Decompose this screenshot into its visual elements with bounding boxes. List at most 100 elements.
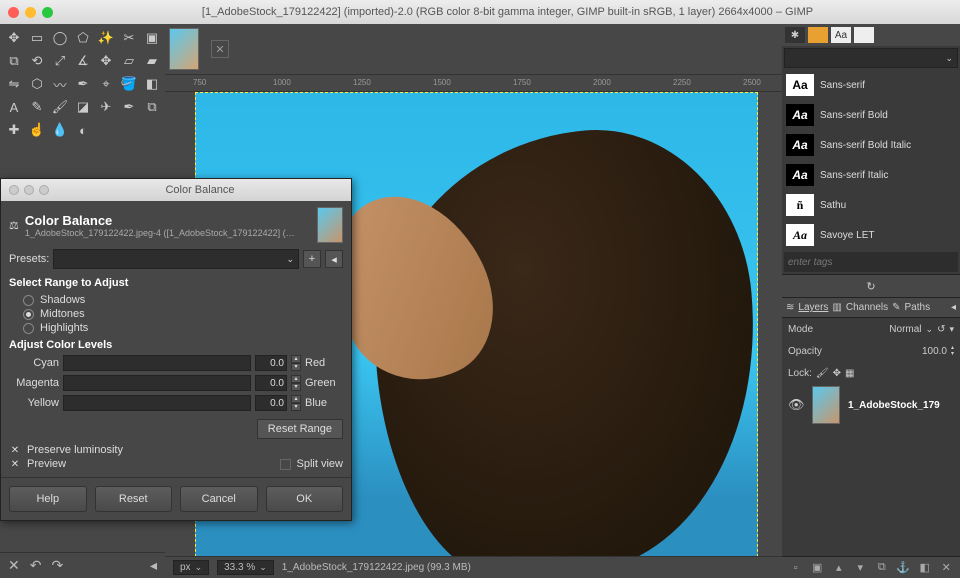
tab-channels[interactable]: Channels <box>846 302 888 313</box>
fuzzy-select-tool[interactable]: ✨ <box>96 28 116 48</box>
minimize-window-button[interactable] <box>25 7 36 18</box>
font-item[interactable]: AaSans-serif <box>782 70 960 100</box>
foreground-select-tool[interactable]: ▣ <box>142 28 162 48</box>
help-button[interactable]: Help <box>9 486 87 512</box>
shadows-radio[interactable]: Shadows <box>9 293 343 307</box>
lower-layer-icon[interactable]: ▾ <box>853 560 869 576</box>
airbrush-tool[interactable]: ✈ <box>96 97 116 117</box>
spin-up[interactable]: ▴ <box>291 395 301 403</box>
spin-down[interactable]: ▾ <box>291 363 301 371</box>
paintbrush-tool[interactable]: 🖌 <box>50 97 70 117</box>
delete-icon[interactable]: ✕ <box>8 557 20 574</box>
free-select-tool[interactable]: ⬠ <box>73 28 93 48</box>
spin-down[interactable]: ▾ <box>291 403 301 411</box>
scale-tool[interactable]: ⤢ <box>50 51 70 71</box>
fonts-tab[interactable]: Aa <box>831 27 851 43</box>
brushes-tab[interactable]: ✱ <box>785 27 805 43</box>
dialog-zoom-button[interactable] <box>39 185 49 195</box>
mode-combo[interactable]: Normal <box>889 324 921 335</box>
refresh-fonts-icon[interactable]: ↻ <box>866 280 875 293</box>
heal-tool[interactable]: ✚ <box>4 120 24 140</box>
close-image-button[interactable]: ✕ <box>211 40 229 58</box>
eraser-tool[interactable]: ◪ <box>73 97 93 117</box>
midtones-radio[interactable]: Midtones <box>9 307 343 321</box>
unit-combo[interactable]: px⌄ <box>173 560 209 575</box>
color-picker-tool[interactable]: ⌖ <box>96 74 116 94</box>
patterns-tab[interactable] <box>808 27 828 43</box>
cancel-button[interactable]: Cancel <box>180 486 258 512</box>
blur-tool[interactable]: 💧 <box>50 120 70 140</box>
layer-row[interactable]: 👁 1_AdobeStock_179 <box>782 384 960 426</box>
yellow-blue-value[interactable]: 0.0 <box>255 395 287 411</box>
spin-down[interactable]: ▾ <box>291 383 301 391</box>
split-view-checkbox[interactable]: Split view <box>280 458 343 470</box>
layer-group-icon[interactable]: ▣ <box>810 560 826 576</box>
spin-up[interactable]: ▴ <box>291 355 301 363</box>
align-tool[interactable]: ✥ <box>96 51 116 71</box>
spin-up[interactable]: ▴ <box>291 375 301 383</box>
yellow-blue-slider[interactable] <box>63 395 251 411</box>
bucket-fill-tool[interactable]: 🪣 <box>119 74 139 94</box>
reset-button[interactable]: Reset <box>95 486 173 512</box>
add-preset-button[interactable]: + <box>303 250 321 268</box>
preview-checkbox[interactable]: ✕Preview <box>9 458 66 470</box>
reset-range-button[interactable]: Reset Range <box>257 419 343 439</box>
visibility-icon[interactable]: 👁 <box>788 397 804 413</box>
text-tool[interactable]: A <box>4 97 24 117</box>
zoom-window-button[interactable] <box>42 7 53 18</box>
mode-reset-icon[interactable]: ↺ <box>937 324 945 335</box>
font-item[interactable]: AaSavoye LET <box>782 220 960 250</box>
font-item[interactable]: ñSathu <box>782 190 960 220</box>
rotate-tool[interactable]: ⟲ <box>27 51 47 71</box>
paths-tool[interactable]: ✒ <box>73 74 93 94</box>
new-layer-icon[interactable]: ▫ <box>788 560 804 576</box>
dialog-minimize-button[interactable] <box>24 185 34 195</box>
redo-icon[interactable]: ↷ <box>51 557 63 574</box>
mask-layer-icon[interactable]: ◧ <box>917 560 933 576</box>
tags-input[interactable]: enter tags <box>784 252 958 272</box>
layer-name[interactable]: 1_AdobeStock_179 <box>848 400 940 411</box>
crop-tool[interactable]: ⧉ <box>4 51 24 71</box>
dialog-close-button[interactable] <box>9 185 19 195</box>
tab-paths[interactable]: Paths <box>905 302 931 313</box>
delete-layer-icon[interactable]: ✕ <box>939 560 955 576</box>
lock-alpha-icon[interactable]: ▦ <box>845 368 854 379</box>
cage-tool[interactable]: ⬡ <box>27 74 47 94</box>
ok-button[interactable]: OK <box>266 486 344 512</box>
pencil-tool[interactable]: ✎ <box>27 97 47 117</box>
highlights-radio[interactable]: Highlights <box>9 321 343 335</box>
magenta-green-value[interactable]: 0.0 <box>255 375 287 391</box>
magenta-green-slider[interactable] <box>63 375 251 391</box>
undo-icon[interactable]: ↶ <box>30 557 42 574</box>
font-item[interactable]: AaSans-serif Bold Italic <box>782 130 960 160</box>
perspective-tool[interactable]: ▰ <box>142 51 162 71</box>
clone-tool[interactable]: ⧉ <box>142 97 162 117</box>
panel-menu-icon[interactable]: ◂ <box>951 302 956 313</box>
shear-tool[interactable]: ▱ <box>119 51 139 71</box>
preserve-luminosity-checkbox[interactable]: ✕Preserve luminosity <box>9 443 343 457</box>
opacity-value[interactable]: 100.0 <box>922 346 947 357</box>
cyan-red-value[interactable]: 0.0 <box>255 355 287 371</box>
document-tab[interactable] <box>854 27 874 43</box>
move-tool[interactable]: ✥ <box>4 28 24 48</box>
font-item[interactable]: AaSans-serif Italic <box>782 160 960 190</box>
raise-layer-icon[interactable]: ▴ <box>831 560 847 576</box>
scissors-tool[interactable]: ✂ <box>119 28 139 48</box>
font-filter-combo[interactable]: ⌄ <box>784 48 958 68</box>
flip-tool[interactable]: ⇋ <box>4 74 24 94</box>
duplicate-layer-icon[interactable]: ⧉ <box>874 560 890 576</box>
presets-combo[interactable]: ⌄ <box>53 249 299 269</box>
warp-tool[interactable]: 〰 <box>50 74 70 94</box>
font-item[interactable]: AaSans-serif Bold <box>782 100 960 130</box>
gradient-tool[interactable]: ◧ <box>142 74 162 94</box>
smudge-tool[interactable]: ☝ <box>27 120 47 140</box>
cyan-red-slider[interactable] <box>63 355 251 371</box>
lock-position-icon[interactable]: ✥ <box>833 368 841 379</box>
ellipse-select-tool[interactable]: ◯ <box>50 28 70 48</box>
image-thumbnail[interactable] <box>169 28 199 70</box>
menu-collapse-icon[interactable]: ◂ <box>150 557 157 574</box>
close-window-button[interactable] <box>8 7 19 18</box>
preset-menu-button[interactable]: ◂ <box>325 250 343 268</box>
rect-select-tool[interactable]: ▭ <box>27 28 47 48</box>
dodge-tool[interactable]: ◐ <box>73 120 93 140</box>
